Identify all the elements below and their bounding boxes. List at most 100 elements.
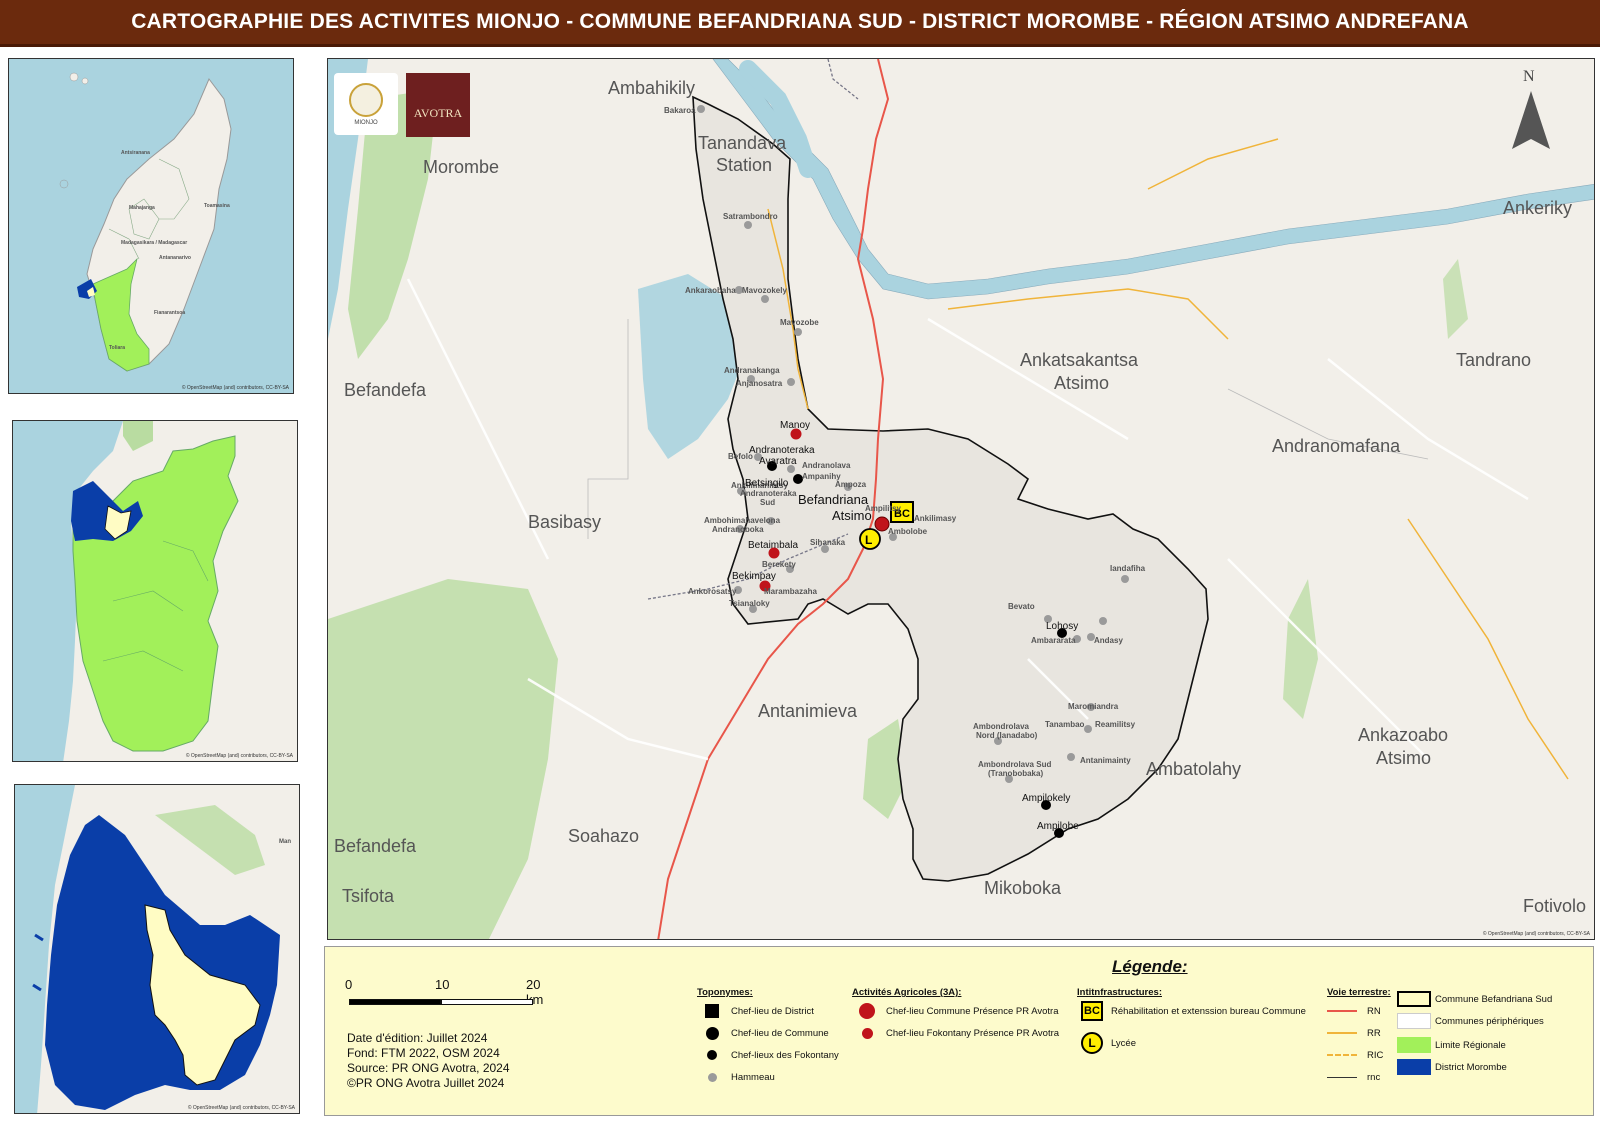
hamlet-symbol: [707, 1072, 717, 1082]
region-label-tanandava: Tanandava: [698, 133, 787, 153]
legend-text: RR: [1367, 1027, 1381, 1039]
hamlet-point: [1084, 725, 1092, 733]
scale-bar-dark: [349, 999, 441, 1005]
legend-text: Hammeau: [731, 1071, 775, 1083]
legend-text: Réhabilitation et extenssion bureau Comm…: [1111, 1005, 1306, 1017]
legend-row: BC Réhabilitation et extenssion bureau C…: [1077, 1001, 1306, 1021]
legend-row: L Lycée: [1077, 1032, 1136, 1054]
info-line: Date d'édition: Juillet 2024: [347, 1031, 488, 1045]
red-fokontany-label: Bekimpay: [732, 571, 776, 582]
hamlet-point: [1121, 575, 1129, 583]
fokontany-label: Andranoteraka: [749, 445, 815, 456]
legend-text: Limite Régionale: [1435, 1039, 1506, 1051]
legend-text: Lycée: [1111, 1037, 1136, 1049]
legend-text: Communes périphériques: [1435, 1015, 1544, 1027]
hamlet-label: Mavozobe: [780, 318, 819, 327]
scale-label-10: 10: [435, 977, 450, 992]
region-label-andranomafana: Andranomafana: [1272, 436, 1401, 456]
legend-text: RN: [1367, 1005, 1381, 1017]
main-map-svg: Ambahikily Tanandava Station Morombe Bef…: [328, 59, 1594, 939]
legend-voie: Voie terrestre: RN RR RIC rnc: [1327, 987, 1391, 1083]
commune-label-2: Atsimo: [832, 508, 872, 523]
region-label-antanimieva: Antanimieva: [758, 701, 858, 721]
hamlet-label: Ampoza: [835, 480, 867, 489]
hamlet-label: Bakaroa: [664, 106, 696, 115]
region-label-station: Station: [716, 155, 772, 175]
region-label-ankatsakantsa: Ankatsakantsa: [1020, 350, 1139, 370]
inset1-label-2: Madagasikara / Madagascar: [121, 240, 187, 246]
legend-title: Légende:: [1112, 957, 1188, 976]
inset1-label-1: Mahajanga: [129, 205, 155, 211]
hamlet-label: Satrambondro: [723, 212, 778, 221]
legend-text: Commune Befandriana Sud: [1435, 993, 1553, 1005]
legend-infra-heading: Intitnfrastructures:: [1077, 987, 1162, 998]
avotra-logo-text: AVOTRA: [413, 106, 463, 120]
region-label-ankeriky: Ankeriky: [1503, 198, 1572, 218]
inset1-label-0: Antsiranana: [121, 150, 150, 156]
map-page: CARTOGRAPHIE DES ACTIVITES MIONJO - COMM…: [0, 0, 1600, 1130]
hamlet-label: Sihanaka: [810, 538, 846, 547]
hamlet-label: Ankorosatsy: [688, 587, 737, 596]
hamlet-label: Ankaraobaha: [685, 286, 736, 295]
legend-text: District Morombe: [1435, 1061, 1507, 1073]
rnc-symbol: [1327, 1076, 1357, 1078]
region-label-befandefa-2: Befandefa: [334, 836, 417, 856]
title-bar: CARTOGRAPHIE DES ACTIVITES MIONJO - COMM…: [0, 0, 1600, 47]
red-fokontany-symbol: [861, 1027, 873, 1039]
red-fokontany-label: Manoy: [780, 420, 810, 431]
hamlet-label: Berekety: [762, 560, 796, 569]
hamlet-point: [1067, 753, 1075, 761]
legend-row: RR: [1327, 1023, 1381, 1043]
red-fokontany-label: Betaimbala: [748, 540, 798, 551]
mionjo-logo: MIONJO: [334, 73, 398, 135]
inset2-attribution: © OpenStreetMap (and) contributors, CC-B…: [185, 753, 293, 759]
legend-infrastructures: Intitnfrastructures: BC Réhabilitation e…: [1077, 987, 1306, 1054]
hamlet-point: [744, 221, 752, 229]
region-label-ambatolahy: Ambatolahy: [1146, 759, 1241, 779]
legend-toponymes: Toponymes: Chef-lieu de District Chef-li…: [697, 987, 839, 1083]
scale-bar-light: [441, 999, 533, 1005]
legend-row: Limite Régionale: [1397, 1037, 1506, 1053]
region-label-mikoboka: Mikoboka: [984, 878, 1062, 898]
red-commune-symbol: [859, 1003, 875, 1019]
legend-panel: Légende: 0 10 20 km Date d'édition: Juil…: [324, 946, 1594, 1116]
hamlet-label: Tanambao: [1045, 720, 1085, 729]
mionjo-logo-text: MIONJO: [354, 119, 378, 126]
region-box-symbol: [1397, 1037, 1431, 1053]
rn-symbol: [1327, 1010, 1357, 1012]
region-label-ambahikily: Ambahikily: [608, 78, 695, 98]
inset3-edge-label: Man: [279, 839, 291, 845]
hamlet-label: Ambolobe: [888, 527, 928, 536]
hamlet-label: Andranakanga: [724, 366, 780, 375]
legend-row: Hammeau: [697, 1067, 775, 1087]
hamlet-label: Andranoteraka: [740, 489, 797, 498]
inset1-label-6: Toliara: [109, 345, 125, 351]
commune-symbol: [705, 1026, 719, 1040]
hamlet-label: Ambararata: [1031, 636, 1076, 645]
info-line: Source: PR ONG Avotra, 2024: [347, 1061, 510, 1075]
region-label-ankazoabo: Ankazoabo: [1358, 725, 1448, 745]
legend-text: Chef-lieu de District: [731, 1005, 814, 1017]
scale-label-0: 0: [345, 977, 353, 992]
legend-row: Chef-lieu de Commune: [697, 1023, 829, 1043]
ric-symbol: [1327, 1054, 1357, 1056]
fokontany-label: Betsingilo: [745, 478, 789, 489]
hamlet-label: Anjanosatra: [736, 379, 783, 388]
legend-text: Chef-lieu Fokontany Présence PR Avotra: [886, 1027, 1060, 1039]
legend-toponymes-heading: Toponymes:: [697, 987, 753, 998]
peripheral-box-symbol: [1397, 1013, 1431, 1029]
inset-region: © OpenStreetMap (and) contributors, CC-B…: [12, 420, 298, 762]
hamlet-label: Maromiandra: [1068, 702, 1119, 711]
rr-symbol: [1327, 1032, 1357, 1034]
inset1-label-5: Fianarantsoa: [154, 310, 185, 316]
hamlet-label: Ambondrolava: [973, 722, 1030, 731]
inset1-label-4: Antananarivo: [159, 255, 191, 261]
info-line: Fond: FTM 2022, OSM 2024: [347, 1046, 500, 1060]
legend-text: Chef-lieu de Commune: [731, 1027, 829, 1039]
hamlet-label: Andranoboka: [712, 525, 764, 534]
legend-text: Chef-lieux des Fokontany: [731, 1049, 839, 1061]
inset-region-svg: [13, 421, 297, 761]
hamlet-label: Antanimainty: [1080, 756, 1131, 765]
page-title: CARTOGRAPHIE DES ACTIVITES MIONJO - COMM…: [131, 10, 1469, 33]
hamlet-label: (Tranobobaka): [988, 769, 1043, 778]
